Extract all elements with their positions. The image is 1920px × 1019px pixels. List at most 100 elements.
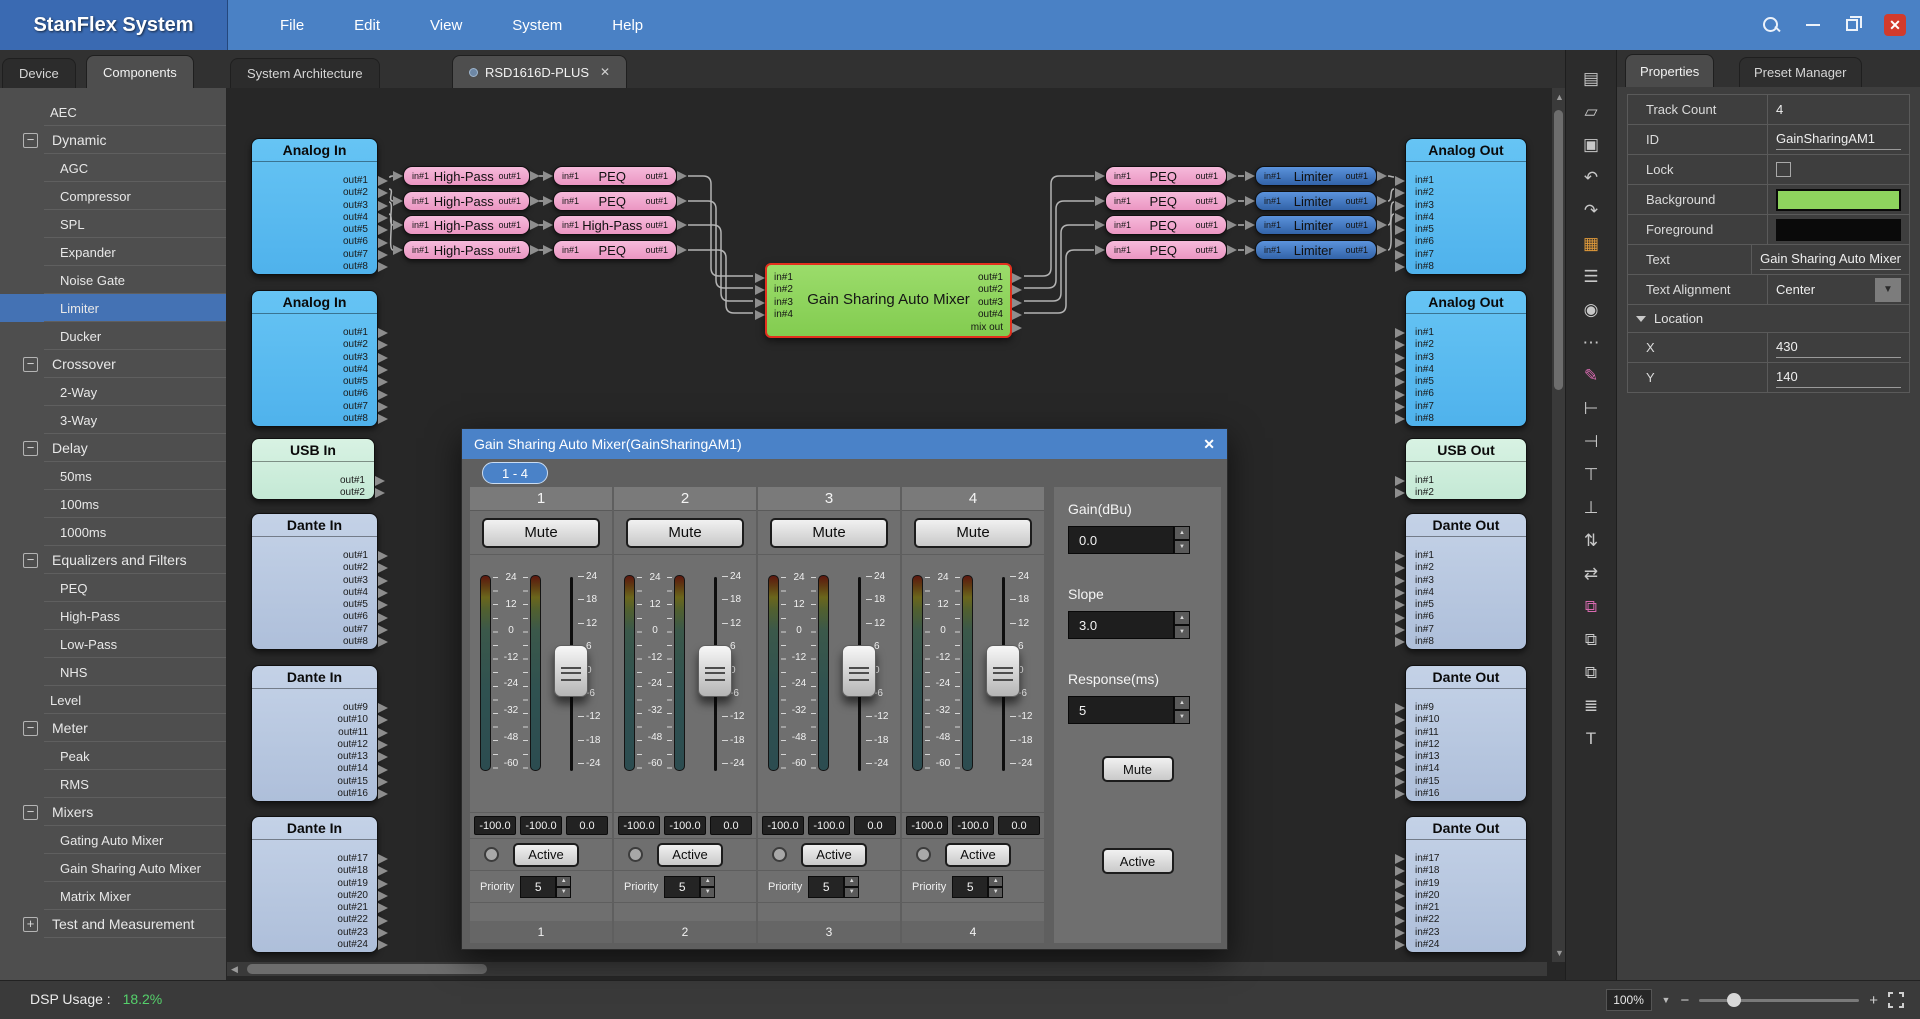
- value-input[interactable]: 430: [1776, 337, 1901, 358]
- output-port-icon[interactable]: [378, 353, 388, 363]
- output-port-icon[interactable]: [378, 576, 388, 586]
- layers-icon[interactable]: ≣: [1578, 693, 1604, 719]
- redo-icon[interactable]: ↷: [1578, 198, 1604, 224]
- sidebar-item-spl[interactable]: SPL: [0, 210, 226, 238]
- fader-handle[interactable]: [986, 645, 1020, 697]
- input-port-icon[interactable]: [1395, 613, 1405, 623]
- priority-spinner[interactable]: 5▲▼: [520, 876, 571, 898]
- channel-active-button[interactable]: Active: [945, 843, 1011, 867]
- input-port-icon[interactable]: [1395, 250, 1405, 260]
- output-port-icon[interactable]: [378, 866, 388, 876]
- input-port-icon[interactable]: [1395, 213, 1405, 223]
- spin-down-icon[interactable]: ▼: [844, 887, 859, 898]
- input-port-icon[interactable]: [393, 171, 403, 181]
- expand-icon[interactable]: +: [23, 917, 38, 932]
- input-port-icon[interactable]: [755, 273, 765, 283]
- output-port-icon[interactable]: [378, 752, 388, 762]
- input-port-icon[interactable]: [1395, 928, 1405, 938]
- channel-range-tab[interactable]: 1 - 4: [482, 462, 548, 484]
- sidebar-item-ducker[interactable]: Ducker: [0, 322, 226, 350]
- input-port-icon[interactable]: [1395, 238, 1405, 248]
- output-port-icon[interactable]: [378, 188, 388, 198]
- output-port-icon[interactable]: [1227, 220, 1237, 230]
- collapse-icon[interactable]: −: [23, 721, 38, 736]
- distribute-horizontal-icon[interactable]: ⇄: [1578, 561, 1604, 587]
- output-port-icon[interactable]: [378, 613, 388, 623]
- priority-spin-arrows[interactable]: ▲▼: [844, 876, 859, 898]
- input-port-icon[interactable]: [1395, 328, 1405, 338]
- output-port-icon[interactable]: [378, 402, 388, 412]
- new-document-icon[interactable]: ▤: [1578, 66, 1604, 92]
- output-port-icon[interactable]: [378, 789, 388, 799]
- align-top-icon[interactable]: ⊤: [1578, 462, 1604, 488]
- send-backward-icon[interactable]: ⧉: [1578, 627, 1604, 653]
- tab-device[interactable]: Device: [2, 58, 76, 88]
- input-port-icon[interactable]: [1395, 740, 1405, 750]
- zoom-out-button[interactable]: −: [1680, 992, 1689, 1009]
- duplicate-icon[interactable]: ⧉: [1578, 660, 1604, 686]
- mix-out-port-icon[interactable]: [1012, 323, 1022, 333]
- channel-mute-button[interactable]: Mute: [914, 518, 1032, 548]
- maximize-icon[interactable]: [1846, 19, 1858, 31]
- input-port-icon[interactable]: [1395, 728, 1405, 738]
- input-port-icon[interactable]: [1245, 196, 1255, 206]
- sidebar-item-2-way[interactable]: 2-Way: [0, 378, 226, 406]
- input-port-icon[interactable]: [1095, 196, 1105, 206]
- block-high-pass[interactable]: in#1High-Passout#1: [403, 215, 530, 235]
- output-port-icon[interactable]: [1227, 171, 1237, 181]
- block-peq[interactable]: in#1PEQout#1: [553, 191, 677, 211]
- fader-handle[interactable]: [698, 645, 732, 697]
- input-port-icon[interactable]: [1395, 715, 1405, 725]
- tab-rsd1616d-plus[interactable]: RSD1616D-PLUS✕: [452, 55, 627, 88]
- block-limiter[interactable]: in#1Limiterout#1: [1255, 166, 1377, 186]
- input-port-icon[interactable]: [1395, 262, 1405, 272]
- menu-help[interactable]: Help: [612, 17, 643, 34]
- spin-down-icon[interactable]: ▼: [1174, 540, 1190, 554]
- input-port-icon[interactable]: [1395, 225, 1405, 235]
- channel-active-button[interactable]: Active: [513, 843, 579, 867]
- output-port-icon[interactable]: [378, 928, 388, 938]
- gain-spinner[interactable]: ▲▼: [1174, 526, 1190, 554]
- output-port-icon[interactable]: [378, 201, 388, 211]
- sidebar-item-aec[interactable]: AEC: [0, 98, 226, 126]
- output-port-icon[interactable]: [378, 891, 388, 901]
- spin-up-icon[interactable]: ▲: [1174, 696, 1190, 710]
- input-port-icon[interactable]: [393, 196, 403, 206]
- chevron-down-icon[interactable]: ▼: [1662, 995, 1671, 1005]
- input-port-icon[interactable]: [1395, 201, 1405, 211]
- output-port-icon[interactable]: [378, 637, 388, 647]
- input-port-icon[interactable]: [1395, 625, 1405, 635]
- wand-icon[interactable]: ✎: [1578, 363, 1604, 389]
- sidebar-item-limiter[interactable]: Limiter: [0, 294, 226, 322]
- output-port-icon[interactable]: [378, 262, 388, 272]
- master-mute-button[interactable]: Mute: [1102, 756, 1174, 782]
- input-port-icon[interactable]: [1245, 171, 1255, 181]
- spin-down-icon[interactable]: ▼: [700, 887, 715, 898]
- block-gain-sharing-auto-mixer[interactable]: in#1in#2in#3in#4out#1out#2out#3out#4mix …: [765, 263, 1012, 338]
- list-icon[interactable]: ☰: [1578, 264, 1604, 290]
- sidebar-item-peq[interactable]: PEQ: [0, 574, 226, 602]
- collapse-icon[interactable]: −: [23, 441, 38, 456]
- block-peq[interactable]: in#1PEQout#1: [553, 240, 677, 260]
- output-port-icon[interactable]: [378, 563, 388, 573]
- input-port-icon[interactable]: [393, 220, 403, 230]
- sidebar-item-50ms[interactable]: 50ms: [0, 462, 226, 490]
- block-analog-out[interactable]: Analog Outin#1in#2in#3in#4in#5in#6in#7in…: [1405, 138, 1527, 275]
- output-port-icon[interactable]: [1012, 273, 1022, 283]
- value-input[interactable]: Gain Sharing Auto Mixer: [1760, 249, 1901, 270]
- input-port-icon[interactable]: [1395, 353, 1405, 363]
- master-active-button[interactable]: Active: [1102, 848, 1174, 874]
- block-high-pass[interactable]: in#1High-Passout#1: [403, 240, 530, 260]
- output-port-icon[interactable]: [1012, 310, 1022, 320]
- spin-down-icon[interactable]: ▼: [1174, 710, 1190, 724]
- align-right-icon[interactable]: ⊣: [1578, 429, 1604, 455]
- visibility-icon[interactable]: ◉: [1578, 297, 1604, 323]
- input-port-icon[interactable]: [1395, 340, 1405, 350]
- menu-edit[interactable]: Edit: [354, 17, 380, 34]
- channel-mute-button[interactable]: Mute: [770, 518, 888, 548]
- output-port-icon[interactable]: [677, 196, 687, 206]
- input-port-icon[interactable]: [1395, 365, 1405, 375]
- output-port-icon[interactable]: [378, 715, 388, 725]
- sidebar-item-rms[interactable]: RMS: [0, 770, 226, 798]
- output-port-icon[interactable]: [530, 245, 540, 255]
